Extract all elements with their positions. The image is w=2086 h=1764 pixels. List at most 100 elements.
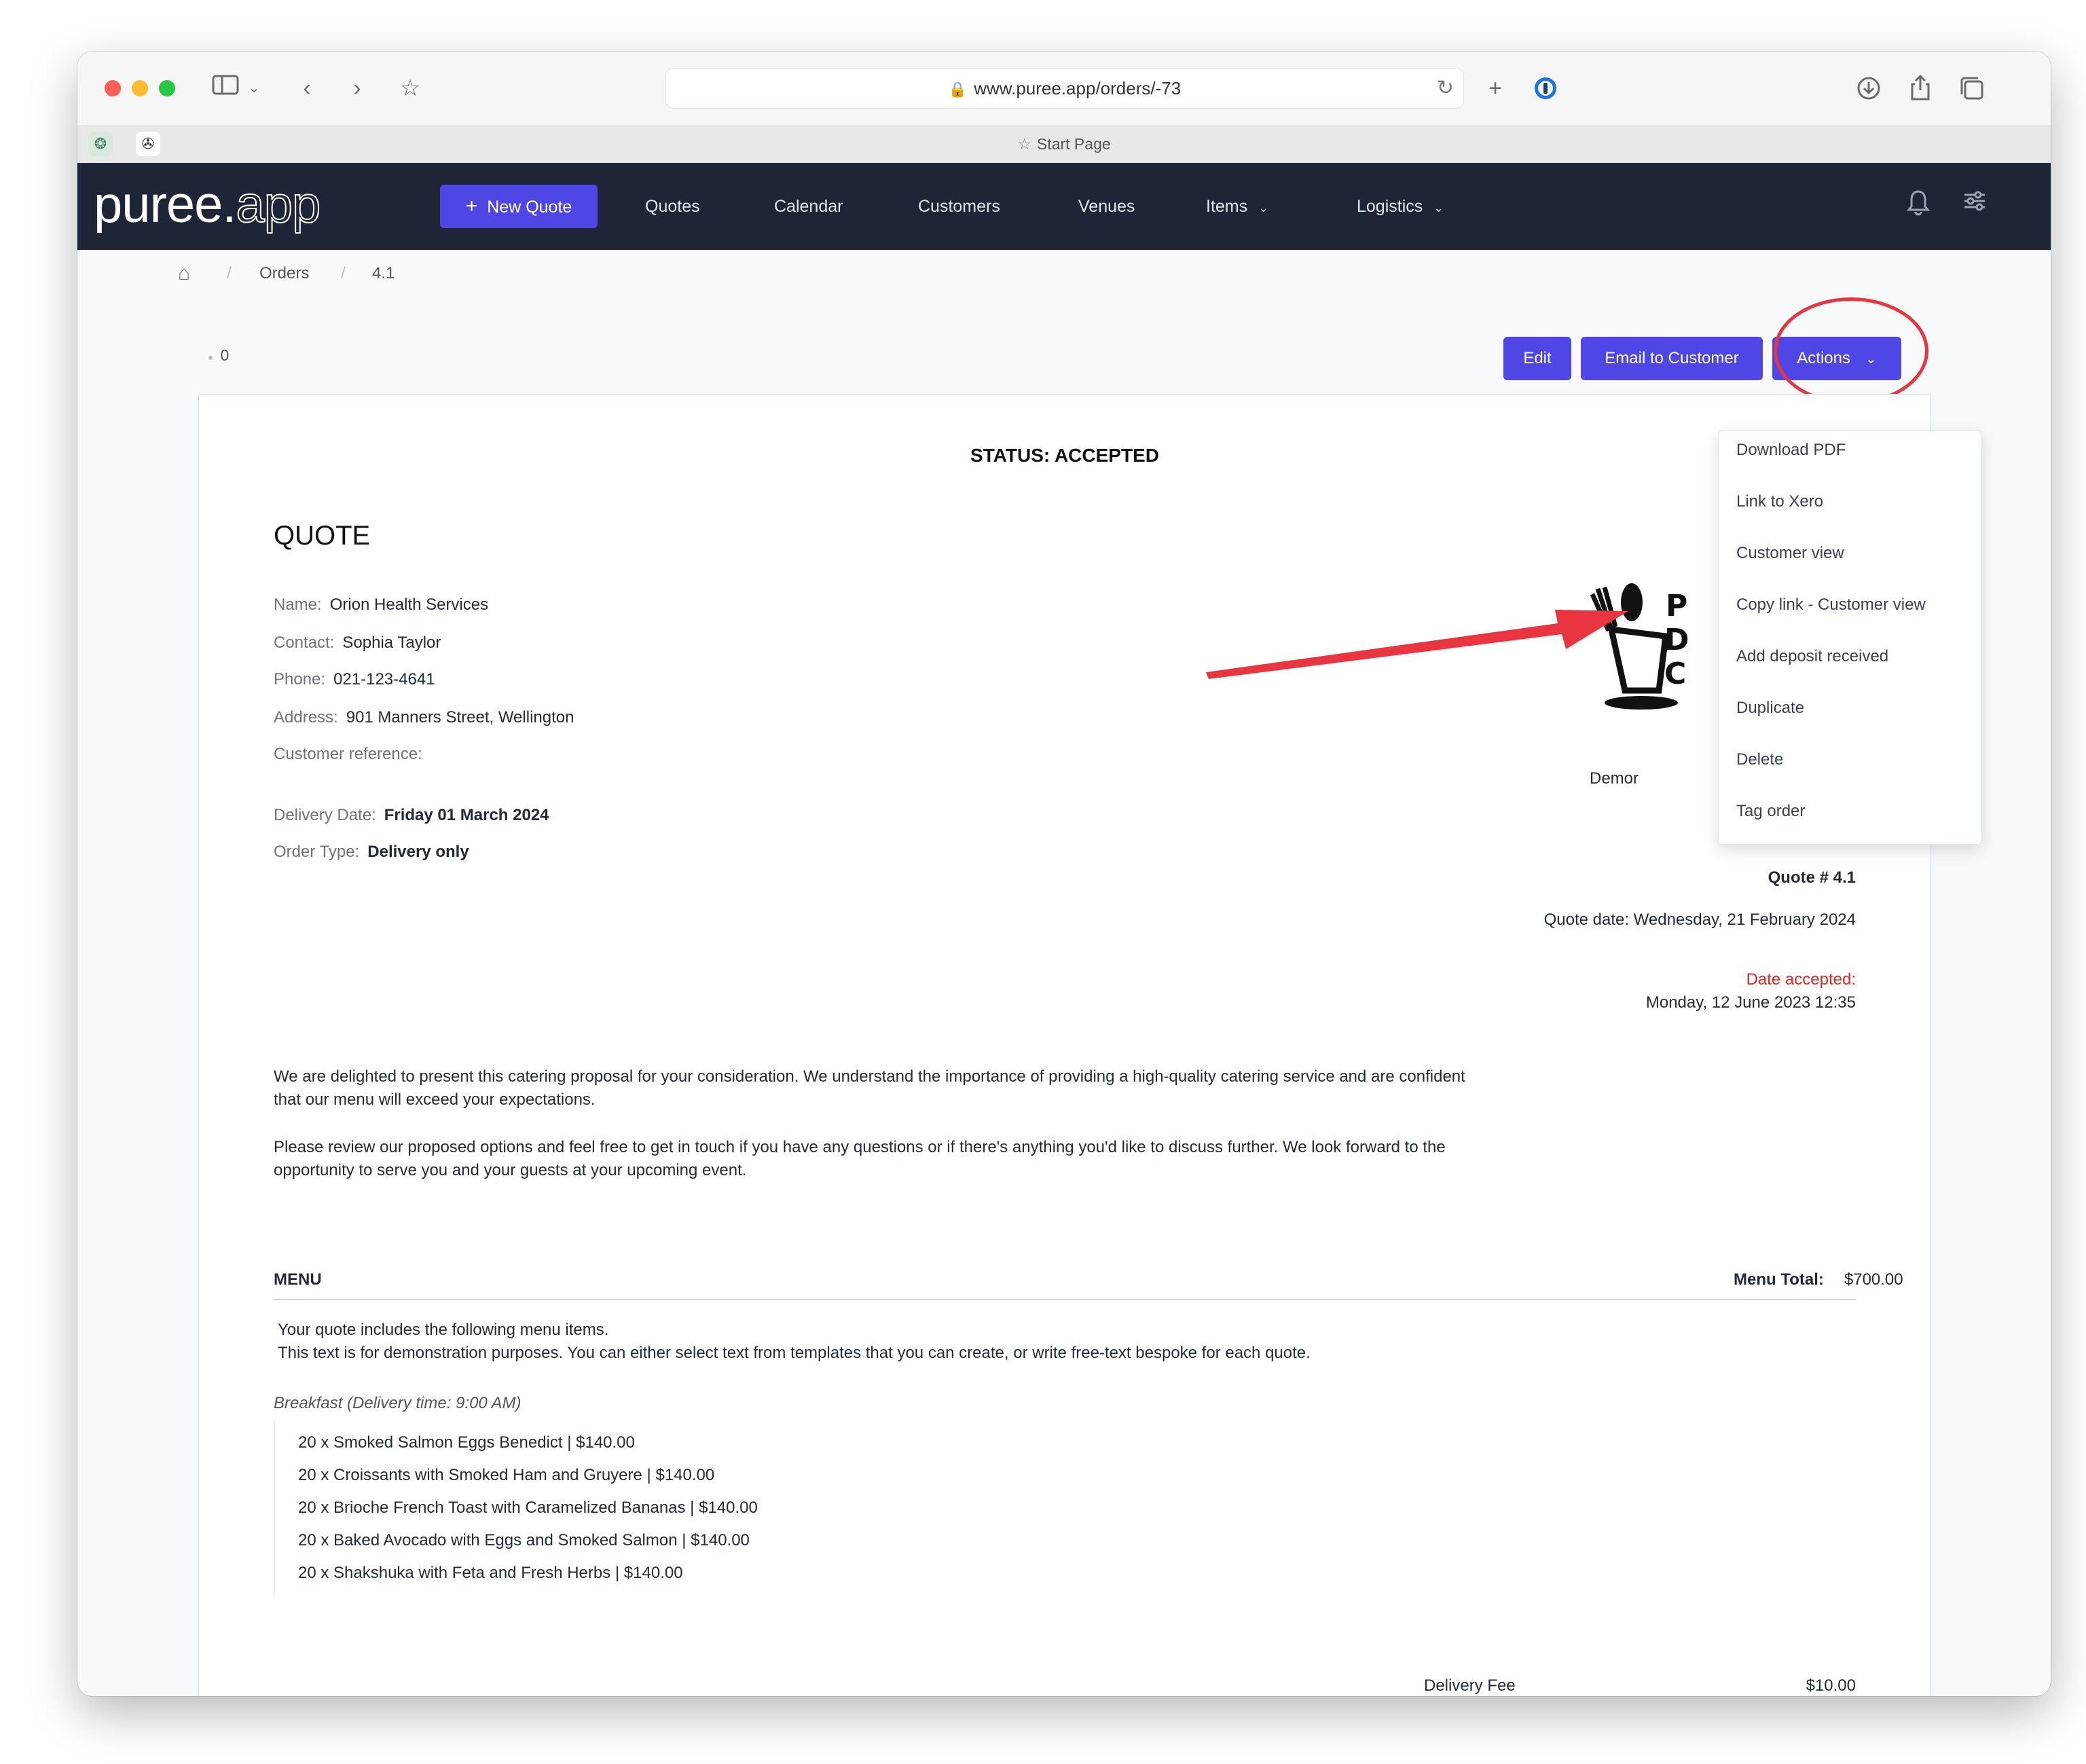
menu-item-link-to-xero[interactable]: Link to Xero: [1736, 488, 1823, 515]
chevron-down-icon: ⌄: [1258, 201, 1269, 215]
date-accepted-label: Date accepted:: [1746, 970, 1856, 989]
menu-item-customer-view[interactable]: Customer view: [1736, 540, 1844, 567]
new-quote-button[interactable]: + New Quote: [440, 185, 598, 228]
date-accepted-value: Monday, 12 June 2023 12:35: [1645, 993, 1856, 1012]
minimize-window-button[interactable]: [132, 80, 148, 96]
zoom-window-button[interactable]: [159, 80, 175, 96]
menu-item-delete[interactable]: Delete: [1736, 746, 1783, 773]
menu-item-add-deposit-received[interactable]: Add deposit received: [1736, 643, 1888, 670]
dot-icon: ●: [208, 352, 214, 363]
quote-heading: QUOTE: [274, 521, 371, 551]
intro-paragraph-1: We are delighted to present this caterin…: [274, 1067, 1465, 1109]
edit-button[interactable]: Edit: [1503, 337, 1571, 380]
logo-main: puree: [94, 176, 223, 234]
customer-reference-row: Customer reference:: [274, 745, 431, 764]
svg-text:C: C: [1664, 657, 1686, 691]
intro-paragraph-2: Please review our proposed options and f…: [274, 1138, 1446, 1179]
breadcrumb-current: 4.1: [372, 264, 395, 282]
nav-venues[interactable]: Venues: [1078, 163, 1135, 250]
list-item: 20 x Baked Avocado with Eggs and Smoked …: [298, 1531, 750, 1549]
nav-logistics-label: Logistics: [1357, 197, 1423, 216]
downloads-icon[interactable]: [1854, 71, 1884, 106]
quote-document: STATUS: ACCEPTED QUOTE Name: Orion Health…: [198, 394, 1931, 1696]
plus-icon: +: [465, 195, 478, 217]
email-to-customer-button[interactable]: Email to Customer: [1581, 337, 1763, 380]
order-type-label: Order Type:: [274, 843, 360, 861]
menu-total-row: Menu Total: $700.00: [1734, 1270, 1903, 1289]
breadcrumb-separator: /: [341, 264, 346, 282]
new-tab-icon[interactable]: +: [1480, 71, 1510, 106]
reload-icon[interactable]: ↻: [1437, 69, 1454, 108]
nav-customers[interactable]: Customers: [918, 163, 1000, 250]
svg-text:D: D: [1664, 623, 1689, 657]
count-indicator: ● 0: [208, 346, 229, 365]
menu-total-label: Menu Total:: [1734, 1270, 1824, 1289]
settings-sliders-icon[interactable]: [1962, 189, 1987, 219]
nav-items[interactable]: Items ⌄: [1206, 163, 1268, 251]
menu-item-copy-link-customer-view[interactable]: Copy link - Customer view: [1736, 591, 1926, 619]
address-value: 901 Manners Street, Wellington: [346, 708, 574, 727]
delivery-fee-label: Delivery Fee: [1424, 1676, 1516, 1695]
menu-item-tag-order[interactable]: Tag order: [1736, 798, 1805, 825]
logo-tail: app: [236, 176, 322, 234]
phone-label: Phone:: [274, 670, 326, 688]
menu-items-list: 20 x Smoked Salmon Eggs Benedict | $140.…: [274, 1421, 758, 1595]
nav-quotes[interactable]: Quotes: [645, 163, 700, 250]
nav-logistics[interactable]: Logistics ⌄: [1357, 163, 1444, 251]
menu-note-2: This text is for demonstration purposes.…: [278, 1344, 1311, 1362]
back-icon[interactable]: ‹: [293, 71, 321, 106]
delivery-date-value: Friday 01 March 2024: [384, 806, 549, 824]
close-window-button[interactable]: [105, 80, 121, 96]
tab-strip: ❂ ✇ ☆ Start Page: [77, 125, 2051, 164]
address-bar[interactable]: 🔒 www.puree.app/orders/-73 ↻: [665, 68, 1464, 109]
tab-overview-icon[interactable]: [1957, 71, 1987, 106]
company-name-partial: Demor: [1590, 769, 1639, 788]
menu-total-value: $700.00: [1844, 1270, 1903, 1289]
customer-name-row: Name: Orion Health Services: [274, 595, 488, 614]
menu-divider: [274, 1299, 1856, 1300]
order-type-row: Order Type: Delivery only: [274, 843, 469, 862]
nav-items-label: Items: [1206, 197, 1248, 216]
star-icon: ☆: [1017, 135, 1031, 153]
order-type-value: Delivery only: [367, 843, 469, 861]
address-row: Address: 901 Manners Street, Wellington: [274, 708, 574, 727]
start-page-label: Start Page: [1036, 135, 1111, 153]
chevron-down-icon: ⌄: [1433, 201, 1444, 215]
contact-name: Sophia Taylor: [342, 633, 441, 652]
list-item: 20 x Brioche French Toast with Carameliz…: [298, 1499, 758, 1517]
breadcrumb: ⌂ / Orders / 4.1: [77, 250, 2051, 297]
new-quote-label: New Quote: [487, 198, 572, 217]
sidebar-toggle-icon[interactable]: [211, 71, 240, 106]
quote-date: Quote date: Wednesday, 21 February 2024: [1543, 911, 1856, 929]
app-navbar: puree.app + New Quote Quotes Calendar Cus…: [77, 163, 2051, 250]
nav-calendar[interactable]: Calendar: [774, 163, 843, 250]
menu-item-duplicate[interactable]: Duplicate: [1736, 695, 1804, 722]
actions-dropdown-menu: Download PDF Link to Xero Customer view …: [1718, 430, 1981, 845]
chevron-down-icon[interactable]: ⌄: [244, 71, 263, 106]
phone-row: Phone: 021-123-4641: [274, 670, 435, 689]
delivery-fee-value: $10.00: [1806, 1676, 1856, 1695]
menu-item-download-pdf[interactable]: Download PDF: [1736, 437, 1846, 464]
password-manager-icon[interactable]: [1531, 71, 1560, 106]
bell-icon[interactable]: [1906, 189, 1931, 222]
delivery-date-row: Delivery Date: Friday 01 March 2024: [274, 806, 549, 825]
annotation-circle: [1774, 297, 1928, 405]
quote-number: Quote # 4.1: [1768, 868, 1856, 887]
svg-text:P: P: [1666, 589, 1687, 623]
phone-value: 021-123-4641: [333, 670, 435, 688]
share-icon[interactable]: [1905, 71, 1935, 106]
lock-icon: 🔒: [948, 81, 968, 98]
customer-name: Orion Health Services: [329, 595, 489, 614]
breadcrumb-separator: /: [227, 264, 232, 282]
menu-heading: MENU: [274, 1270, 322, 1289]
bookmark-star-icon[interactable]: ☆: [395, 71, 425, 106]
start-page-tab[interactable]: ☆ Start Page: [77, 125, 2051, 163]
breadcrumb-orders[interactable]: Orders: [259, 250, 309, 297]
menu-note-1: Your quote includes the following menu i…: [278, 1321, 609, 1339]
forward-icon[interactable]: ›: [344, 71, 371, 106]
browser-window: ⌄ ‹ › ☆ 🔒 www.puree.app/orders/-73 ↻ + ❂ …: [77, 52, 2051, 1696]
customer-reference-label: Customer reference:: [274, 745, 422, 763]
puree-logo[interactable]: puree.app: [94, 176, 322, 234]
menu-section-label: Breakfast (Delivery time: 9:00 AM): [274, 1394, 522, 1412]
home-icon[interactable]: ⌂: [178, 250, 190, 297]
